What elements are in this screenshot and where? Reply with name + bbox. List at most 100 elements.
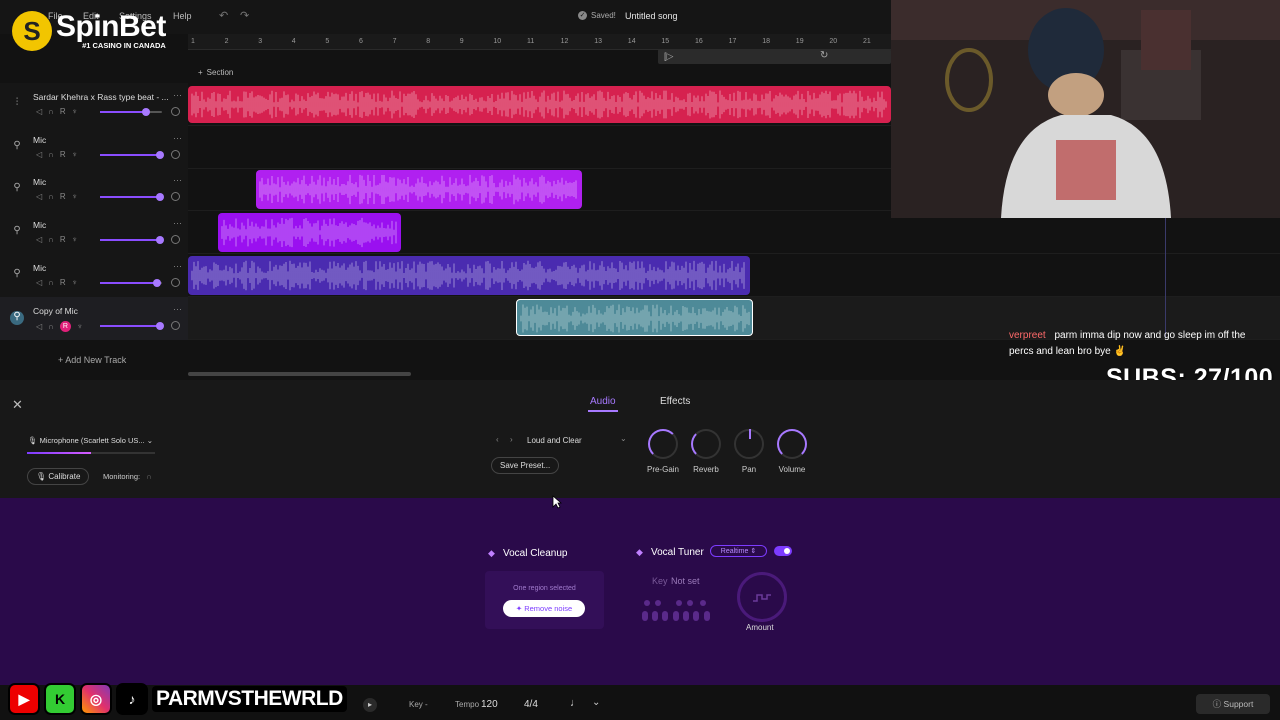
fx-icon[interactable]: ♆ [72, 235, 78, 244]
fx-icon[interactable]: ♆ [77, 322, 83, 331]
record-arm-button[interactable]: R [60, 278, 66, 287]
track-volume-slider[interactable] [100, 236, 164, 244]
headphones-icon[interactable]: ∩ [48, 322, 54, 331]
audio-clip[interactable] [516, 299, 753, 336]
link-icon[interactable]: ⚲ [10, 268, 24, 282]
headphones-icon[interactable]: ∩ [48, 278, 54, 287]
fx-icon[interactable]: ♆ [72, 107, 78, 116]
pan-mini-knob[interactable] [171, 235, 180, 244]
track-header[interactable] [0, 211, 188, 254]
track-volume-slider[interactable] [100, 279, 162, 287]
more-options-icon[interactable]: ··· [173, 304, 182, 314]
next-preset-icon[interactable]: › [510, 435, 513, 444]
key-indicator[interactable]: Key - [409, 700, 428, 709]
add-section-button[interactable]: + Section [198, 68, 233, 77]
record-arm-button[interactable]: R [60, 150, 66, 159]
track-volume-slider[interactable] [100, 193, 164, 201]
undo-icon[interactable]: ↶ [219, 9, 228, 22]
pan-mini-knob[interactable] [171, 107, 180, 116]
key-value[interactable]: Not set [671, 576, 700, 586]
audio-clip[interactable] [188, 256, 750, 295]
volume-handle[interactable] [156, 151, 164, 159]
audio-track-icon[interactable]: ⫶ [10, 97, 24, 111]
pan-mini-knob[interactable] [171, 150, 180, 159]
preset-selector[interactable]: ‹ › Loud and Clear ⌄ [494, 434, 634, 448]
track-name[interactable]: Sardar Khehra x Rass type beat - ... [33, 92, 169, 102]
playhead[interactable] [1165, 218, 1166, 338]
play-icon[interactable]: ▸ [363, 698, 377, 712]
track-header[interactable] [0, 83, 188, 126]
metronome-icon[interactable]: ♩ [570, 697, 581, 709]
tuner-mode-select[interactable]: Realtime ⇕ [710, 545, 767, 557]
monitoring-toggle[interactable]: Monitoring: ∩ [103, 472, 152, 481]
reverb-dial[interactable] [691, 429, 721, 459]
track-volume-slider[interactable] [100, 151, 164, 159]
link-icon[interactable]: ⚲ [10, 140, 24, 154]
track-name[interactable]: Mic [33, 135, 46, 145]
link-icon[interactable]: ⚲ [10, 225, 24, 239]
pre-gain-dial[interactable] [648, 429, 678, 459]
redo-icon[interactable]: ↷ [240, 9, 249, 22]
mute-icon[interactable]: ◁ [36, 192, 42, 201]
mute-icon[interactable]: ◁ [36, 107, 42, 116]
track-header[interactable] [0, 126, 188, 169]
remove-noise-button[interactable]: ✦ Remove noise [503, 600, 585, 617]
record-arm-button[interactable]: R [60, 235, 66, 244]
audio-clip[interactable] [256, 170, 582, 209]
vocal-tuner-toggle[interactable] [774, 546, 792, 556]
volume-handle[interactable] [156, 236, 164, 244]
mute-icon[interactable]: ◁ [36, 150, 42, 159]
horizontal-scrollbar[interactable] [188, 372, 411, 376]
track-header[interactable] [0, 168, 188, 211]
mute-icon[interactable]: ◁ [36, 235, 42, 244]
headphones-icon[interactable]: ∩ [48, 107, 54, 116]
volume-dial[interactable] [777, 429, 807, 459]
track-name[interactable]: Mic [33, 263, 46, 273]
track-volume-slider[interactable] [100, 322, 164, 330]
prev-preset-icon[interactable]: ‹ [496, 435, 499, 444]
fx-icon[interactable]: ♆ [72, 278, 78, 287]
record-arm-button[interactable]: R [60, 107, 66, 116]
volume-knob[interactable]: Volume [772, 429, 812, 474]
pan-mini-knob[interactable] [171, 278, 180, 287]
mute-icon[interactable]: ◁ [36, 322, 42, 331]
close-icon[interactable]: ✕ [12, 397, 23, 413]
tab-audio[interactable]: Audio [590, 396, 616, 407]
time-signature[interactable]: 4/4 [524, 699, 538, 710]
link-icon[interactable]: ⚲ [10, 182, 24, 196]
menu-help[interactable]: Help [173, 11, 192, 21]
headphones-icon[interactable]: ∩ [48, 192, 54, 201]
audio-clip[interactable] [188, 86, 891, 123]
pan-dial[interactable] [734, 429, 764, 459]
more-options-icon[interactable]: ··· [173, 90, 182, 100]
more-options-icon[interactable]: ··· [173, 133, 182, 143]
song-title[interactable]: Untitled song [625, 11, 678, 21]
mic-source-select[interactable]: 🎙︎ Microphone (Scarlett Solo US... ⌄ [28, 436, 153, 445]
reverb-knob[interactable]: Reverb [686, 429, 726, 474]
pre-gain-knob[interactable]: Pre-Gain [643, 429, 683, 474]
volume-handle[interactable] [156, 193, 164, 201]
save-preset-button[interactable]: Save Preset... [491, 457, 560, 474]
tab-effects[interactable]: Effects [660, 396, 690, 407]
loop-start-icon[interactable]: [▷ [664, 51, 673, 62]
more-options-icon[interactable]: ··· [173, 261, 182, 271]
loop-region[interactable]: [▷ ↻ [658, 49, 891, 64]
track-name[interactable]: Copy of Mic [33, 306, 78, 316]
support-button[interactable]: ⓘ Support [1196, 694, 1270, 714]
loop-icon[interactable]: ↻ [820, 50, 828, 61]
headphones-icon[interactable]: ∩ [48, 150, 54, 159]
timeline-ruler[interactable]: 1 2 3 4 5 6 7 8 9 10 11 12 13 14 15 16 17 18 19 20 21 [188, 34, 891, 50]
record-arm-button[interactable]: R [59, 321, 71, 332]
more-options-icon[interactable]: ··· [173, 175, 182, 185]
volume-handle[interactable] [156, 322, 164, 330]
fx-icon[interactable]: ♆ [72, 150, 78, 159]
audio-clip[interactable] [218, 213, 401, 252]
volume-handle[interactable] [141, 108, 150, 116]
chevron-down-icon[interactable]: ⌄ [620, 434, 627, 443]
pan-knob[interactable]: Pan [729, 429, 769, 474]
headphones-icon[interactable]: ∩ [48, 235, 54, 244]
fx-icon[interactable]: ♆ [72, 192, 78, 201]
record-arm-button[interactable]: R [60, 192, 66, 201]
track-name[interactable]: Mic [33, 220, 46, 230]
calibrate-button[interactable]: 🎙︎ Calibrate [27, 468, 90, 485]
